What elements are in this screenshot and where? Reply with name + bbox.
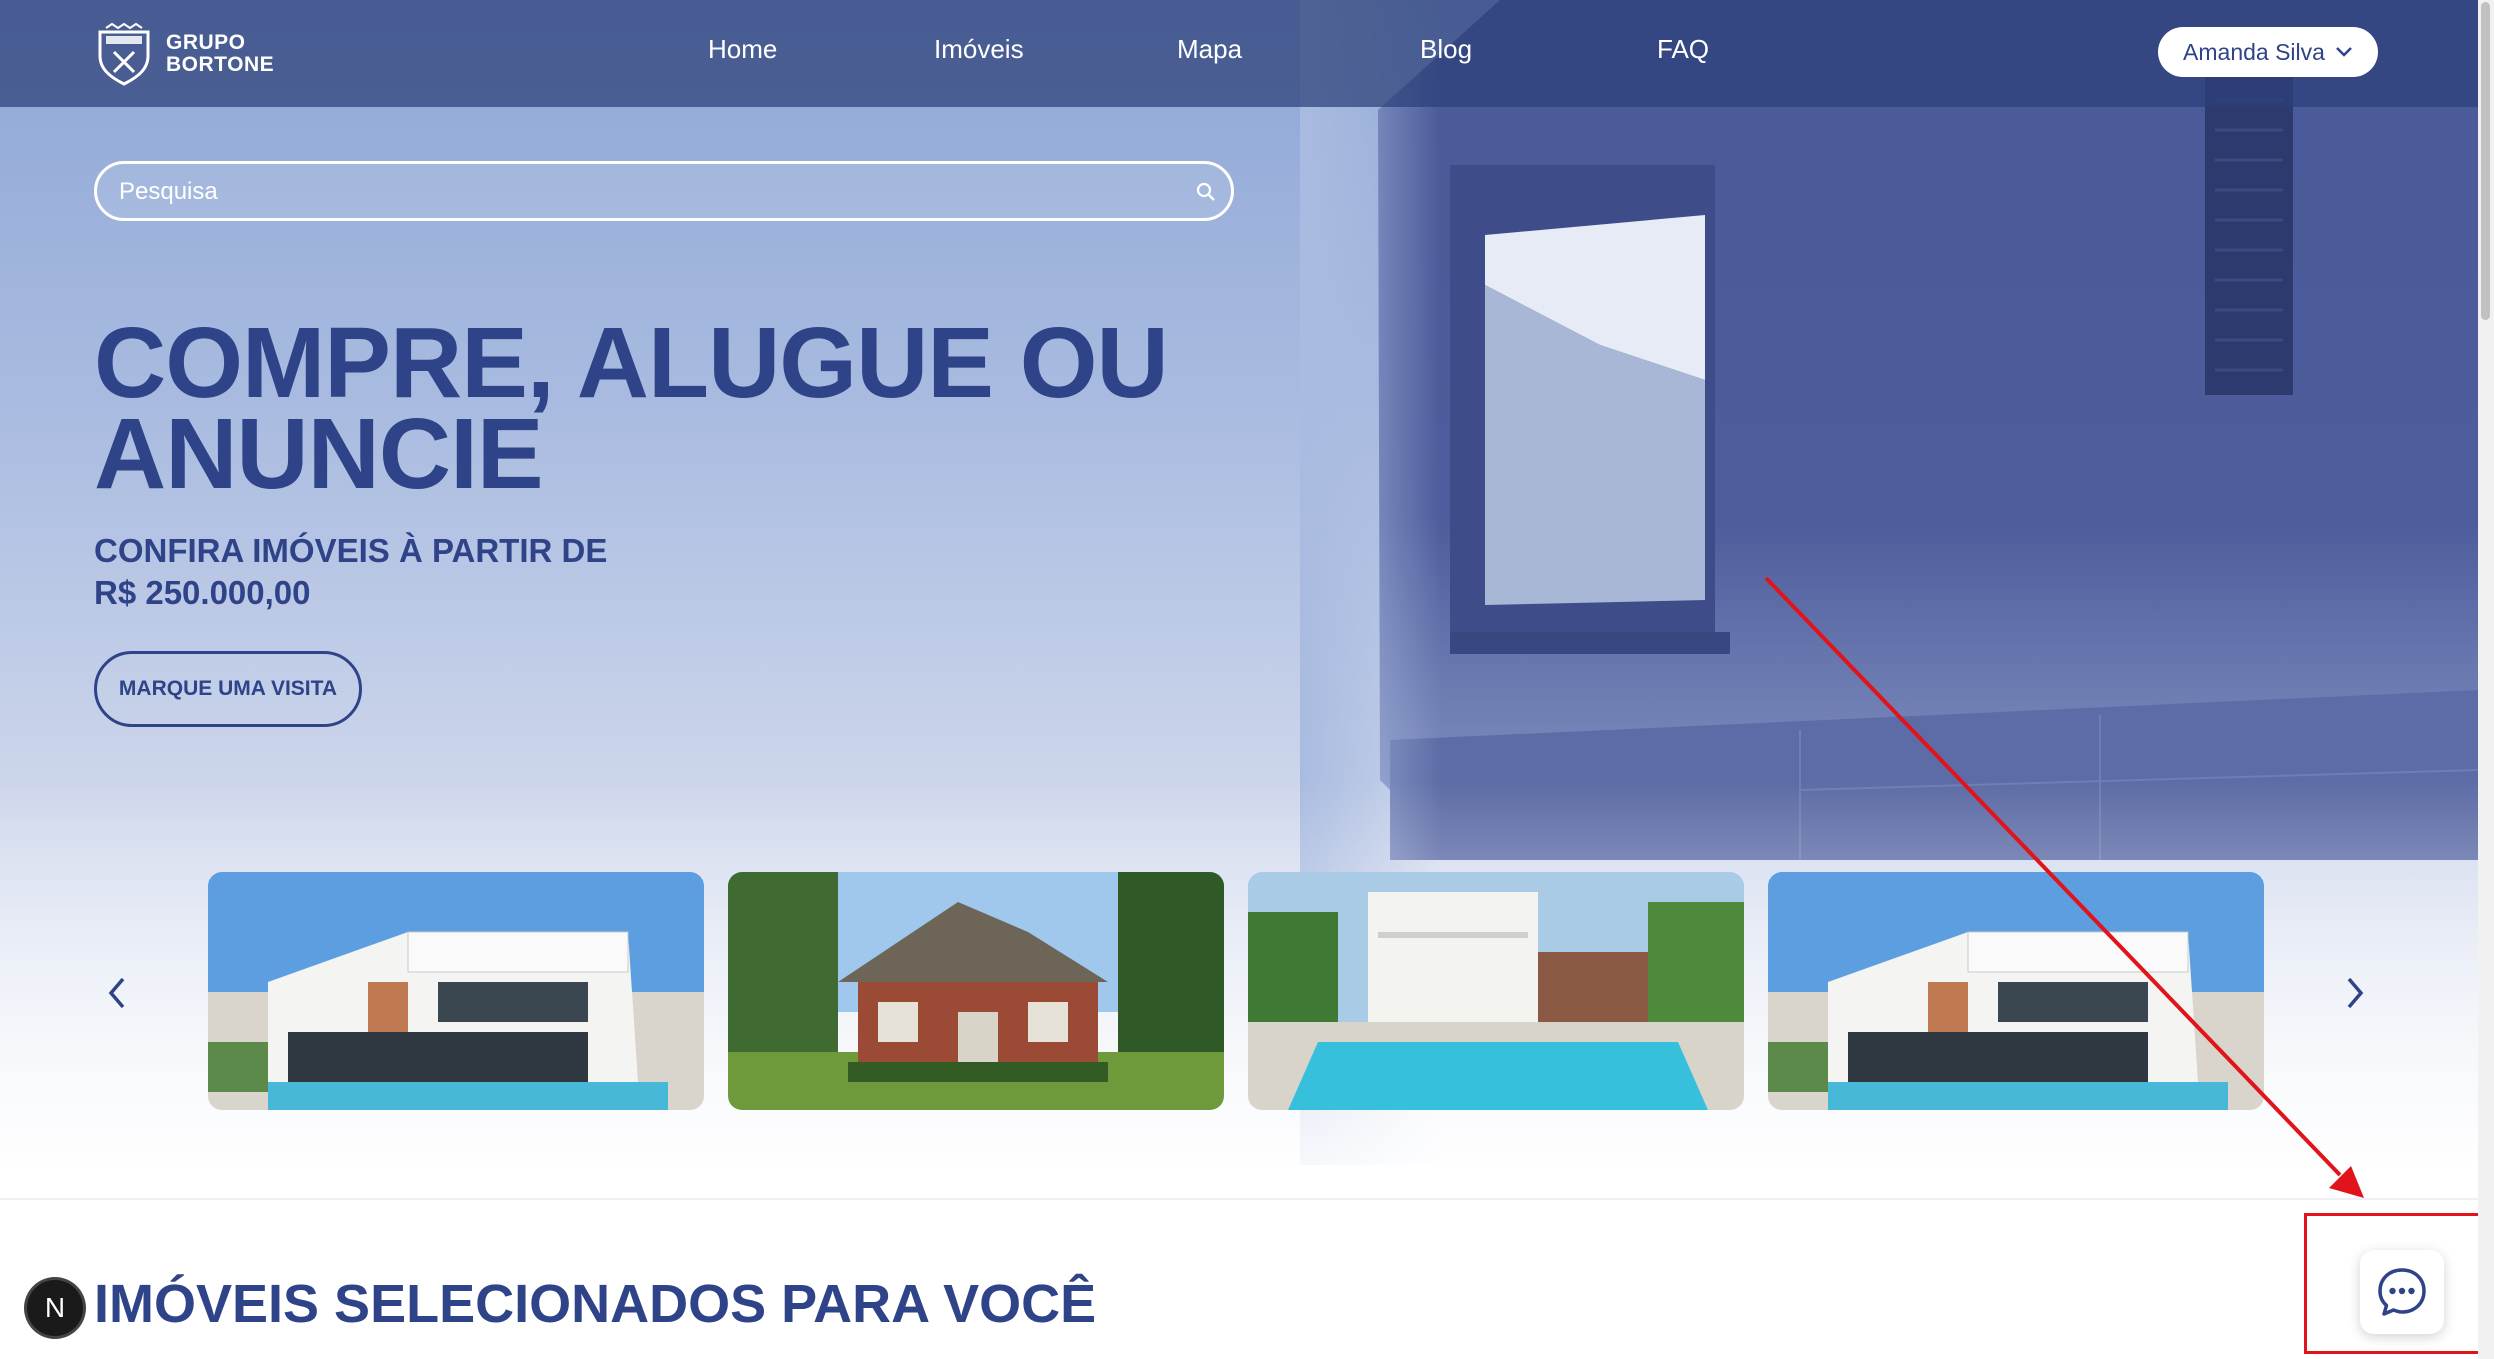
hero-subtitle: CONFIRA IMÓVEIS À PARTIR DE R$ 250.000,0… bbox=[94, 530, 694, 614]
nav-mapa[interactable]: Mapa bbox=[1177, 34, 1242, 65]
carousel-prev-button[interactable] bbox=[97, 968, 137, 1018]
property-photo-modern-house bbox=[208, 872, 704, 1110]
user-menu-button[interactable]: Amanda Silva bbox=[2158, 27, 2378, 77]
property-card-brick-house[interactable] bbox=[728, 872, 1224, 1110]
property-photo-pool-house bbox=[1248, 872, 1744, 1110]
crest-icon bbox=[98, 22, 150, 86]
headline-line-2: ANUNCIE bbox=[94, 398, 544, 510]
subtitle-price: R$ 250.000,00 bbox=[94, 574, 311, 611]
annotation-highlight-box bbox=[2304, 1213, 2487, 1354]
scrollbar-thumb[interactable] bbox=[2481, 2, 2490, 320]
nav-blog[interactable]: Blog bbox=[1420, 34, 1472, 65]
user-name: Amanda Silva bbox=[2183, 38, 2325, 65]
nextjs-dev-badge[interactable]: N bbox=[27, 1280, 83, 1336]
logo-line-bortone: BORTONE bbox=[166, 53, 275, 76]
search-icon[interactable] bbox=[1195, 181, 1217, 203]
property-card-modern-house-2[interactable] bbox=[1768, 872, 2264, 1110]
subtitle-line-1: CONFIRA IMÓVEIS À PARTIR DE bbox=[94, 532, 608, 569]
property-photo-brick-house bbox=[728, 872, 1224, 1110]
logo-line-grupo: GRUPO bbox=[166, 31, 246, 54]
search-bar bbox=[94, 161, 1234, 221]
search-input[interactable] bbox=[117, 172, 1171, 212]
chevron-right-icon bbox=[2347, 977, 2364, 1009]
nav-imoveis[interactable]: Imóveis bbox=[934, 34, 1024, 65]
nav-faq[interactable]: FAQ bbox=[1657, 34, 1709, 65]
property-photo-modern-house-2 bbox=[1768, 872, 2264, 1110]
schedule-visit-button[interactable]: MARQUE UMA VISITA bbox=[94, 651, 362, 727]
chevron-left-icon bbox=[108, 977, 125, 1009]
chevron-down-icon bbox=[2336, 47, 2352, 57]
property-card-modern-house[interactable] bbox=[208, 872, 704, 1110]
carousel-next-button[interactable] bbox=[2335, 968, 2375, 1018]
nav-home[interactable]: Home bbox=[708, 34, 777, 65]
grupo-bortone-logo[interactable]: GRUPO BORTONE bbox=[92, 22, 274, 86]
hero-headline: COMPRE, ALUGUE OU ANUNCIE bbox=[94, 313, 1244, 504]
property-card-pool-house[interactable] bbox=[1248, 872, 1744, 1110]
section-title: IMÓVEIS SELECIONADOS PARA VOCÊ bbox=[94, 1274, 1097, 1334]
section-divider bbox=[0, 1198, 2478, 1200]
top-navbar: GRUPO BORTONE Home Imóveis Mapa Blog FAQ… bbox=[0, 0, 2478, 107]
